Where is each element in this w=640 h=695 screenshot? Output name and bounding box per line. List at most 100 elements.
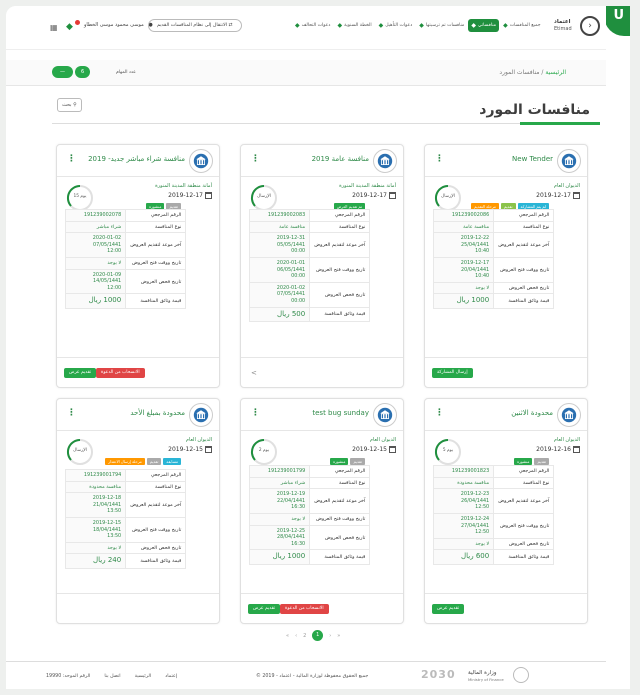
more-options-icon[interactable]: ⋮ [251,154,260,164]
switch-old-system-button[interactable]: الانتقال إلى نظام المنافسات القديم ⇄ [148,19,242,32]
detail-row: 500 ريال قيمة وثائق المنافسة [248,306,371,323]
detail-row: 2020-01-02 07/05/1441 12:00 آخر موعد لتقد… [64,232,187,259]
withdraw-button[interactable]: الانسحاب من الدعوة [96,368,145,378]
publish-date-value: 2019-12-17 [352,192,387,199]
search-label: بحث [62,102,72,108]
agency-name: أمانة منطقة المدينة المنورة [339,183,396,189]
detail-row: 191239002078 الرقم المرجعي [64,209,187,222]
detail-value: 2019-12-22 25/04/1441 10:40 [432,232,495,259]
submit-offer-button[interactable]: تقديم عرض [64,368,97,378]
user-name: موسى محمود موسى الخطاو [84,22,144,28]
detail-label: تاريخ ووقت فتح العروض [493,513,555,539]
detail-value: 191239002086 [432,209,495,222]
nav-qualification-invitations[interactable]: ◆ دعوات التأهيل [376,19,416,32]
nav-annual-plan[interactable]: ◆ الخطة السنوية [334,19,374,32]
nav-icon: ◆ [419,22,424,29]
submit-offer-button[interactable]: تقديم عرض [432,604,465,614]
detail-row: 2019-12-31 05/05/1441 00:00 آخر موعد لتقد… [248,232,371,259]
footer-link-etimad[interactable]: إعتماد [165,674,177,679]
remaining-days-label: الإرسال [73,448,87,453]
detail-value: لا يوجد [64,257,127,270]
detail-value: 1000 ريال [64,293,127,309]
detail-label: قيمة وثائق المنافسة [493,293,555,309]
toggle-button[interactable]: — [52,66,73,78]
remaining-days-label: 5 يوم [442,448,454,453]
task-count-label: عدد المهام [116,70,136,75]
tender-title[interactable]: New Tender [512,155,553,163]
first-page-button[interactable]: « [286,633,289,639]
share-icon[interactable]: < [251,369,257,377]
breadcrumb-home[interactable]: الرئيسية [545,69,566,76]
more-options-icon[interactable]: ⋮ [435,408,444,418]
detail-label: تاريخ ووقت فتح العروض [493,257,555,283]
detail-row: 1000 ريال قيمة وثائق المنافسة [432,293,555,309]
tender-title[interactable]: منافسة شراء مباشر جديد- 2019 [88,155,185,163]
breadcrumb-current: منافسات المورد [499,69,540,76]
agency-name: أمانة منطقة المدينة المنورة [155,183,212,189]
etimad-logo[interactable]: اعتماد Etimad › [554,14,600,40]
page-2-button[interactable]: 2 [303,633,306,639]
card-header: منافسة عامة 2019 ⋮ [241,145,403,177]
page-1-button[interactable]: 1 [312,630,324,641]
remaining-days-ring: الإرسال [65,437,95,467]
detail-value: 2019-12-18 21/04/1441 13:50 [64,492,127,519]
detail-row: 1000 ريال قيمة وثائق المنافسة [64,293,187,309]
more-options-icon[interactable]: ⋮ [251,408,260,418]
prev-page-button[interactable]: ‹ [295,633,297,639]
publish-date-value: 2019-12-15 [352,446,387,453]
submit-offer-button[interactable]: تقديم عرض [248,604,281,614]
nav-icon: ◆ [337,22,343,29]
next-page-button[interactable]: › [329,633,331,639]
detail-value: 2020-01-02 07/05/1441 12:00 [64,232,127,259]
apps-grid-icon[interactable]: ▦ [50,23,58,32]
footer-link-home[interactable]: الرئيسية [135,674,152,679]
agency-name: الديوان العام [553,183,580,189]
nav-label: الخطة السنوية [344,23,372,28]
detail-label: آخر موعد لتقديم العروض [125,232,187,259]
detail-value: لا يوجد [432,281,495,295]
user-menu[interactable]: موسى محمود موسى الخطاو ● [84,22,153,28]
main-nav: ◆ دعوات التحالف ◆ الخطة السنوية ◆ دعوات الت… [292,19,544,32]
tender-title[interactable]: منافسة عامة 2019 [312,155,369,163]
publish-date: 2019-12-15 [168,446,212,453]
detail-label: آخر موعد لتقديم العروض [309,232,371,259]
detail-row: 2020-01-02 07/05/1441 00:00 تاريخ فحص الع… [248,281,371,308]
detail-label: تاريخ ووقت فتح العروض [309,513,371,526]
nav-all-tenders[interactable]: ◆ جميع المنافسات [500,19,544,32]
tender-title[interactable]: محدودة بمبلغ الأحد [130,409,185,417]
detail-label: تاريخ فحص العروض [493,281,555,295]
nav-alliance-invitations[interactable]: ◆ دعوات التحالف [292,19,333,32]
submit-participation-button[interactable]: إرسال المشاركة [432,368,473,378]
notification-badge [75,20,80,25]
detail-value: 2019-12-17 20/04/1441 10:40 [432,257,495,283]
detail-value: شراء مباشر [248,476,311,490]
tender-card: محدودة الاثنين ⋮ 5 يوم الديوان العام 2019-12… [424,398,588,624]
detail-label: قيمة وثائق المنافسة [125,553,187,569]
notifications-button[interactable]: ◆ [64,18,80,34]
card-footer: تقديم عرض [425,593,587,623]
detail-row: 191239002086 الرقم المرجعي [432,209,555,222]
withdraw-button[interactable]: الانسحاب من الدعوة [280,604,329,614]
detail-row: لا يوجد تاريخ ووقت فتح العروض [248,513,371,526]
task-count-badge: 6 [75,66,91,78]
ministry-name-en: Ministry of Finance [468,677,504,682]
nav-icon: ◆ [378,22,384,29]
tender-details-table: 191239002078 الرقم المرجعي شراء مباشر نوع ا… [64,209,187,309]
detail-row: منافسة محدودة نوع المنافسة [432,476,555,490]
card-footer [57,593,219,623]
footer-link-contact[interactable]: اتصل بنا [104,674,120,679]
detail-label: آخر موعد لتقديم العروض [125,492,187,519]
last-page-button[interactable]: » [337,633,340,639]
more-options-icon[interactable]: ⋮ [435,154,444,164]
nav-awarded-tenders[interactable]: ◆ منافسات تم ترسيتها [416,19,467,32]
nav-icon: ◆ [295,22,300,29]
nav-my-tenders[interactable]: ◆ منافساتي [468,19,500,32]
search-button[interactable]: بحث ⚲ [57,98,82,112]
footer: الرقم الموحد: 19990 اتصل بنا الرئيسية إع… [6,661,606,689]
tender-title[interactable]: test bug sunday [312,409,369,417]
publish-date: 2019-12-17 [168,192,212,199]
more-options-icon[interactable]: ⋮ [67,408,76,418]
more-options-icon[interactable]: ⋮ [67,154,76,164]
tender-title[interactable]: محدودة الاثنين [511,409,553,417]
detail-value: لا يوجد [64,541,127,555]
